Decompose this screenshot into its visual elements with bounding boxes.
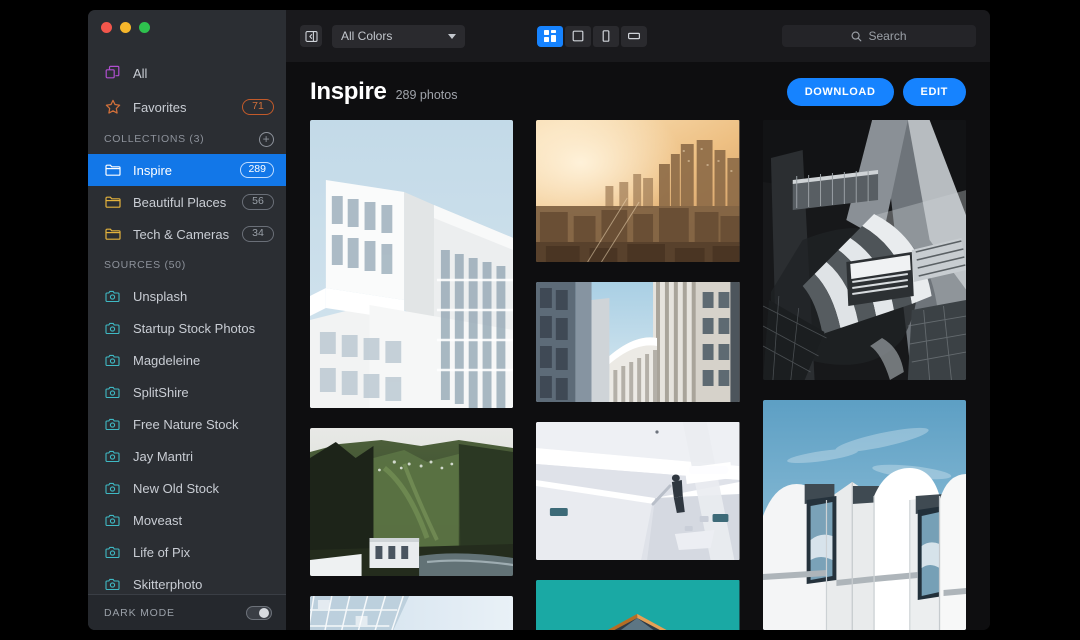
sidebar-item-label: Unsplash	[133, 288, 188, 304]
search-input[interactable]: Search	[781, 25, 976, 47]
folder-icon	[104, 162, 121, 179]
landscape-view-button[interactable]	[621, 25, 648, 47]
sidebar-item-new-old-stock[interactable]: New Old Stock	[88, 472, 286, 504]
main-content: All Colors Search Inspire 289 photos DOW…	[286, 10, 990, 630]
minimize-window-button[interactable]	[120, 21, 131, 33]
photo-count: 289 photos	[395, 88, 458, 102]
camera-icon	[104, 544, 121, 561]
sidebar-item-label: Beautiful Places	[133, 194, 227, 210]
dark-mode-row: DARK MODE	[88, 594, 286, 630]
collection-count-badge: 56	[242, 193, 274, 211]
camera-icon	[104, 352, 121, 369]
photo-glass-facade-sky[interactable]	[310, 596, 514, 630]
color-filter-select[interactable]: All Colors	[332, 24, 465, 48]
header-actions: DOWNLOAD EDIT	[786, 78, 966, 106]
sidebar-item-label: Life of Pix	[133, 544, 191, 560]
camera-icon	[104, 416, 121, 433]
page-title: Inspire	[310, 78, 387, 105]
square-view-button[interactable]	[565, 25, 592, 47]
dark-mode-toggle[interactable]	[246, 605, 272, 620]
sidebar-item-moveast[interactable]: Moveast	[88, 504, 286, 536]
sidebar-item-label: Tech & Cameras	[133, 226, 230, 242]
sidebar-item-label: Jay Mantri	[133, 448, 193, 464]
sidebar-item-label: Moveast	[133, 512, 183, 528]
sidebar-item-life-of-pix[interactable]: Life of Pix	[88, 536, 286, 568]
sidebar-item-label: Startup Stock Photos	[133, 320, 256, 336]
collection-count-badge: 34	[242, 225, 274, 243]
sidebar-item-beautiful-places[interactable]: Beautiful Places 56	[88, 186, 286, 218]
panel-toggle-icon[interactable]	[300, 25, 322, 47]
photo-curved-building-corridor[interactable]	[536, 282, 740, 402]
sidebar-item-unsplash[interactable]: Unsplash	[88, 280, 286, 312]
sidebar-item-magdeleine[interactable]: Magdeleine	[88, 344, 286, 376]
toolbar: All Colors Search	[286, 10, 990, 62]
sidebar-item-all[interactable]: All	[88, 56, 286, 90]
copy-icon	[104, 65, 121, 82]
chevron-down-icon	[448, 33, 456, 39]
photo-column-2	[536, 120, 740, 630]
folder-icon	[104, 194, 121, 211]
photo-golden-city-skyline[interactable]	[536, 120, 740, 262]
photo-green-valley-house[interactable]	[310, 428, 514, 576]
collection-count-badge: 289	[240, 161, 274, 179]
sidebar-item-inspire[interactable]: Inspire 289	[88, 154, 286, 186]
folder-icon	[104, 226, 121, 243]
photo-teal-roof-peak[interactable]	[536, 580, 740, 630]
close-window-button[interactable]	[101, 21, 112, 33]
photo-grid	[310, 120, 966, 630]
maximize-window-button[interactable]	[139, 21, 150, 33]
download-button[interactable]: DOWNLOAD	[786, 78, 894, 106]
sidebar-item-splitshire[interactable]: SplitShire	[88, 376, 286, 408]
camera-icon	[104, 320, 121, 337]
photo-grid-scroll[interactable]	[286, 120, 990, 630]
app-window: All Favorites 71 COLLECTIONS (3) + Inspi…	[88, 10, 990, 630]
toggle-knob	[259, 607, 269, 618]
sidebar-item-jay-mantri[interactable]: Jay Mantri	[88, 440, 286, 472]
sidebar-item-label: Skitterphoto	[133, 576, 203, 592]
window-controls	[88, 10, 286, 44]
sidebar-item-free-nature-stock[interactable]: Free Nature Stock	[88, 408, 286, 440]
add-collection-button[interactable]: +	[259, 131, 274, 147]
sources-header-label: SOURCES (50)	[104, 259, 186, 271]
dark-mode-label: DARK MODE	[104, 606, 175, 619]
photo-white-modern-building[interactable]	[310, 120, 514, 408]
photo-column-3	[762, 120, 966, 630]
search-icon	[851, 31, 862, 41]
photo-bw-abstract-architecture[interactable]	[762, 120, 966, 380]
sidebar-scroll-area[interactable]: All Favorites 71 COLLECTIONS (3) + Inspi…	[88, 44, 286, 594]
camera-icon	[104, 448, 121, 465]
search-placeholder: Search	[868, 29, 907, 43]
sidebar-item-label: Free Nature Stock	[133, 416, 239, 432]
sidebar-item-label: All	[133, 65, 148, 81]
sidebar-item-label: New Old Stock	[133, 480, 219, 496]
view-mode-group	[537, 25, 648, 47]
sidebar-item-skitterphoto[interactable]: Skitterphoto	[88, 568, 286, 594]
sidebar-item-startup-stock-photos[interactable]: Startup Stock Photos	[88, 312, 286, 344]
camera-icon	[104, 576, 121, 593]
sidebar-item-label: Inspire	[133, 162, 173, 178]
grid-view-button[interactable]	[537, 25, 564, 47]
portrait-view-button[interactable]	[593, 25, 620, 47]
photo-bauhaus-white-arches[interactable]	[762, 400, 966, 630]
sidebar-item-label: SplitShire	[133, 384, 189, 400]
edit-button[interactable]: EDIT	[902, 78, 966, 106]
collection-header: Inspire 289 photos DOWNLOAD EDIT	[286, 62, 990, 120]
star-icon	[104, 99, 121, 116]
collections-header-label: COLLECTIONS (3)	[104, 133, 205, 145]
sidebar-item-favorites[interactable]: Favorites 71	[88, 90, 286, 124]
sidebar-item-tech-and-cameras[interactable]: Tech & Cameras 34	[88, 218, 286, 250]
sidebar-item-label: Favorites	[133, 99, 187, 115]
sources-section-header: SOURCES (50)	[88, 250, 286, 280]
camera-icon	[104, 288, 121, 305]
camera-icon	[104, 384, 121, 401]
collections-section-header: COLLECTIONS (3) +	[88, 124, 286, 154]
camera-icon	[104, 480, 121, 497]
camera-icon	[104, 512, 121, 529]
sidebar-item-label: Magdeleine	[133, 352, 201, 368]
photo-white-ceiling-person[interactable]	[536, 422, 740, 560]
photo-column-1	[310, 120, 514, 630]
color-filter-value: All Colors	[341, 29, 393, 43]
sidebar: All Favorites 71 COLLECTIONS (3) + Inspi…	[88, 10, 286, 630]
favorites-count-badge: 71	[242, 98, 274, 116]
